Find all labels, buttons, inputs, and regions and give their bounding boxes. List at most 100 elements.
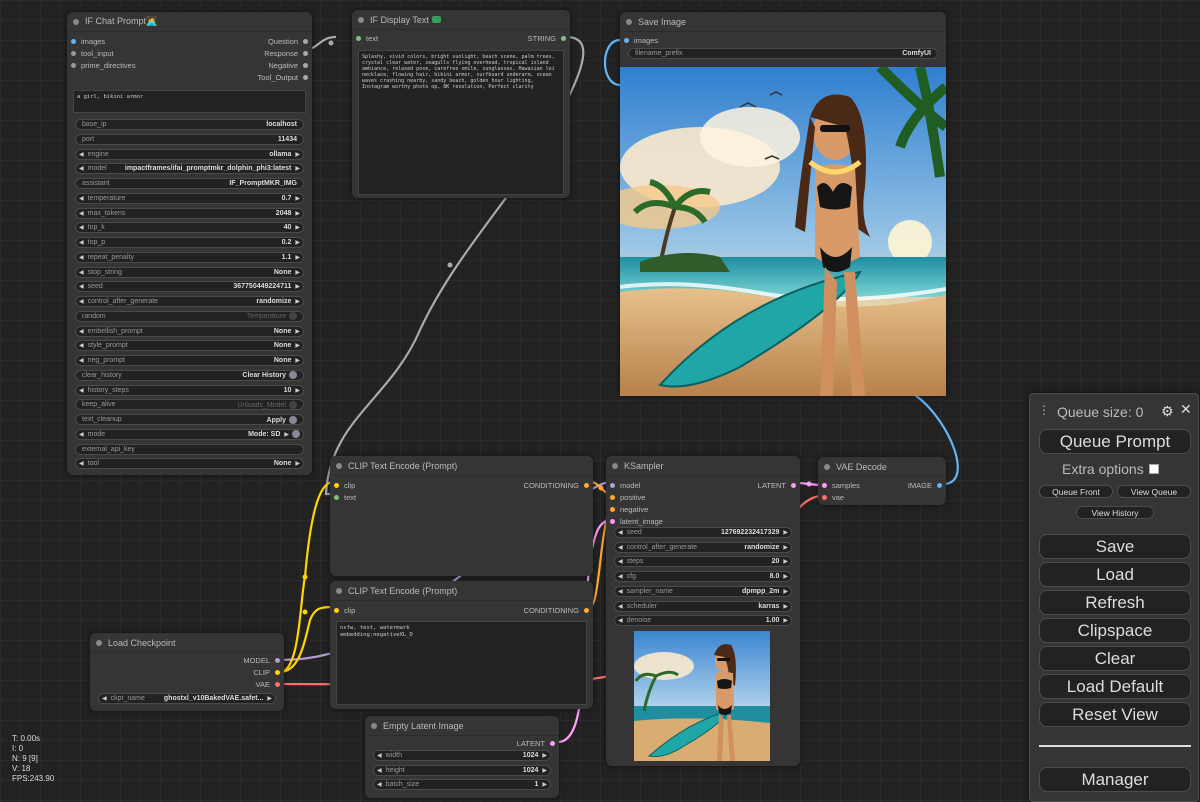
output-response[interactable]: Response	[264, 47, 308, 59]
close-icon[interactable]: ✕	[1180, 401, 1192, 418]
input-negative[interactable]: negative	[610, 503, 648, 515]
empty-latent-image-node[interactable]: Empty Latent Image LATENT width1024heigh…	[365, 716, 559, 798]
collapse-dot[interactable]	[824, 464, 830, 470]
output-model[interactable]: MODEL	[243, 654, 280, 666]
output-latent[interactable]: LATENT	[517, 737, 555, 749]
output-tool-output[interactable]: Tool_Output	[258, 71, 308, 83]
widget-top-p[interactable]: top_p 0.2	[75, 237, 304, 248]
widget-denoise[interactable]: denoise 1.00	[614, 615, 792, 627]
negative-textarea[interactable]: nsfw, text, watermark embedding:negative…	[336, 621, 587, 705]
toggle-icon[interactable]	[289, 415, 297, 424]
collapse-dot[interactable]	[336, 588, 342, 594]
prompt-textarea[interactable]: a girl, bikini armor	[73, 90, 306, 113]
if-display-text-node[interactable]: IF Display Text text STRING Splashy, viv…	[352, 10, 570, 198]
widget-engine[interactable]: engine ollama	[75, 148, 304, 160]
widget-port[interactable]: port 11434	[75, 133, 304, 145]
widget-seed[interactable]: seed 127692232417329	[614, 527, 792, 538]
filename-prefix-field[interactable]: filename_prefix ComfyUI	[628, 48, 938, 59]
widget-model[interactable]: model impactframes/ifai_promptmkr_dolphin…	[75, 163, 304, 175]
display-textarea[interactable]: Splashy, vivid colors, bright sunlight, …	[358, 50, 564, 195]
queue-prompt-button[interactable]: Queue Prompt	[1039, 429, 1191, 454]
widget-mode[interactable]: mode Mode: SD	[75, 428, 304, 440]
widget-random[interactable]: random Temperature	[75, 310, 304, 322]
input-prime-directives[interactable]: prime_directives	[71, 59, 136, 71]
widget-repeat-penalty[interactable]: repeat_penalty 1.1	[75, 251, 304, 263]
collapse-dot[interactable]	[626, 19, 632, 25]
toggle-icon[interactable]	[289, 371, 297, 380]
input-text[interactable]: text	[356, 32, 378, 44]
load-default-button[interactable]: Load Default	[1039, 674, 1191, 699]
widget-top-k[interactable]: top_k 40	[75, 222, 304, 234]
input-vae[interactable]: vae	[822, 491, 844, 503]
collapse-dot[interactable]	[96, 640, 102, 646]
widget-tool[interactable]: tool None	[75, 458, 304, 470]
clear-button[interactable]: Clear	[1039, 646, 1191, 671]
widget-stop-string[interactable]: stop_string None	[75, 266, 304, 278]
view-queue-button[interactable]: View Queue	[1117, 485, 1191, 498]
toggle-icon[interactable]	[292, 430, 300, 439]
widget-temperature[interactable]: temperature 0.7	[75, 192, 304, 204]
input-clip[interactable]: clip	[334, 604, 355, 616]
save-image-node[interactable]: Save Image images filename_prefix ComfyUI	[620, 12, 946, 396]
clipspace-button[interactable]: Clipspace	[1039, 618, 1191, 643]
extra-options-checkbox[interactable]	[1148, 464, 1159, 474]
settings-gear-icon[interactable]: ⚙	[1161, 403, 1174, 420]
ckpt-name-selector[interactable]: ckpt_nameghostxl_v10BakedVAE.safet...	[98, 693, 276, 704]
widget-keep-alive[interactable]: keep_alive Unloads_Model	[75, 399, 304, 411]
output-latent[interactable]: LATENT	[758, 479, 796, 491]
collapse-dot[interactable]	[612, 463, 618, 469]
input-text[interactable]: text	[334, 491, 356, 503]
vae-decode-node[interactable]: VAE Decode samples vae IMAGE	[818, 457, 946, 505]
output-vae[interactable]: VAE	[256, 678, 280, 690]
toggle-icon[interactable]	[289, 312, 297, 321]
save-button[interactable]: Save	[1039, 534, 1191, 559]
clip-text-encode-positive-node[interactable]: CLIP Text Encode (Prompt) clip text COND…	[330, 456, 593, 576]
widget-history-steps[interactable]: history_steps 10	[75, 384, 304, 396]
collapse-dot[interactable]	[336, 463, 342, 469]
input-model[interactable]: model	[610, 479, 640, 491]
widget-steps[interactable]: steps 20	[614, 556, 792, 568]
toggle-icon[interactable]	[289, 400, 297, 409]
collapse-dot[interactable]	[73, 19, 79, 25]
load-checkpoint-node[interactable]: Load Checkpoint MODEL CLIP VAE ckpt_name…	[90, 633, 284, 711]
input-samples[interactable]: samples	[822, 479, 860, 491]
widget-height[interactable]: height 1024	[373, 764, 551, 776]
widget-control-after-generate[interactable]: control_after_generate randomize	[614, 541, 792, 553]
widget-neg-prompt[interactable]: neg_prompt None	[75, 355, 304, 366]
output-conditioning[interactable]: CONDITIONING	[524, 604, 589, 616]
clip-text-encode-negative-node[interactable]: CLIP Text Encode (Prompt) clip CONDITION…	[330, 581, 593, 709]
widget-clear-history[interactable]: clear_history Clear History	[75, 369, 304, 381]
input-images[interactable]: images	[624, 34, 658, 46]
output-question[interactable]: Question	[268, 35, 308, 47]
output-conditioning[interactable]: CONDITIONING	[524, 479, 589, 491]
reset-view-button[interactable]: Reset View	[1039, 702, 1191, 727]
widget-scheduler[interactable]: scheduler karras	[614, 600, 792, 612]
queue-front-button[interactable]: Queue Front	[1039, 485, 1113, 498]
input-positive[interactable]: positive	[610, 491, 645, 503]
widget-embellish-prompt[interactable]: embellish_prompt None	[75, 325, 304, 337]
input-latent-image[interactable]: latent_image	[610, 515, 663, 527]
widget-base-ip[interactable]: base_ip localhost	[75, 119, 304, 130]
widget-width[interactable]: width 1024	[373, 750, 551, 761]
output-image[interactable]: IMAGE	[908, 479, 942, 491]
load-button[interactable]: Load	[1039, 562, 1191, 587]
input-images[interactable]: images	[71, 35, 105, 47]
refresh-button[interactable]: Refresh	[1039, 590, 1191, 615]
widget-seed[interactable]: seed 367750449224711	[75, 281, 304, 293]
collapse-dot[interactable]	[371, 723, 377, 729]
output-string[interactable]: STRING	[528, 32, 566, 44]
widget-external-api-key[interactable]: external_api_key	[75, 443, 304, 455]
widget-sampler-name[interactable]: sampler_name dpmpp_2m	[614, 585, 792, 597]
manager-button[interactable]: Manager	[1039, 767, 1191, 792]
widget-max-tokens[interactable]: max_tokens 2048	[75, 207, 304, 219]
widget-control-after-generate[interactable]: control_after_generate randomize	[75, 296, 304, 307]
input-tool-input[interactable]: tool_input	[71, 47, 114, 59]
widget-text-cleanup[interactable]: text_cleanup Apply	[75, 414, 304, 425]
widget-batch-size[interactable]: batch_size 1	[373, 779, 551, 790]
widget-cfg[interactable]: cfg 8.0	[614, 571, 792, 583]
drag-handle-icon[interactable]: ⋮	[1038, 403, 1050, 417]
view-history-button[interactable]: View History	[1076, 506, 1154, 519]
collapse-dot[interactable]	[358, 17, 364, 23]
widget-style-prompt[interactable]: style_prompt None	[75, 340, 304, 352]
ksampler-node[interactable]: KSampler model positive negative latent_…	[606, 456, 800, 766]
